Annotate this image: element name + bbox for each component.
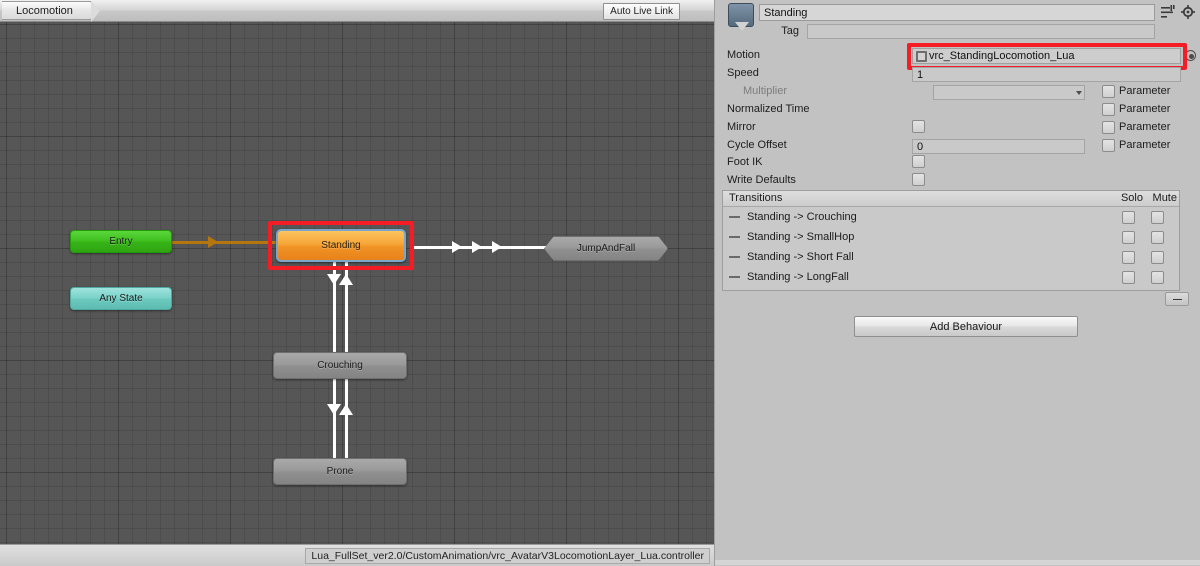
transition-mute-checkbox[interactable] (1151, 251, 1164, 264)
speed-input[interactable]: 1 (912, 67, 1181, 82)
mirror-parameter-checkbox[interactable] (1102, 121, 1115, 134)
graph-node-jumpandfall[interactable]: JumpAndFall (544, 236, 668, 261)
transition-mute-checkbox[interactable] (1151, 211, 1164, 224)
transition-label: Standing -> Crouching (747, 211, 857, 223)
cycle-offset-parameter-checkbox[interactable] (1102, 139, 1115, 152)
normalized-time-label: Normalized Time (727, 103, 810, 115)
gear-icon[interactable] (1181, 5, 1195, 19)
table-row[interactable]: Standing -> SmallHop (723, 228, 1179, 248)
edge-jump-arrow-1-icon (452, 241, 462, 253)
edge-entry-to-standing[interactable] (172, 241, 276, 244)
row-normalized-time: Normalized Time Parameter (715, 102, 1200, 120)
foot-ik-label: Foot IK (727, 156, 763, 168)
row-foot-ik: Foot IK (715, 155, 1200, 173)
write-defaults-label: Write Defaults (727, 174, 796, 186)
foot-ik-checkbox[interactable] (912, 155, 925, 168)
graph-node-standing[interactable]: Standing (276, 229, 406, 262)
transition-solo-checkbox[interactable] (1122, 231, 1135, 244)
mirror-parameter-label: Parameter (1119, 121, 1171, 133)
multiplier-parameter-label: Parameter (1119, 85, 1171, 97)
graph-node-crouching[interactable]: Crouching (273, 352, 407, 379)
cycle-offset-input[interactable]: 0 (912, 139, 1085, 154)
inspector-panel: Standing Tag Motion vrc_StandingLocomoti… (714, 0, 1200, 566)
edge-prone-crouching-up-arrow-icon (339, 404, 353, 415)
animator-graph-panel: Locomotion Auto Live Link Entry Any Stat… (0, 0, 714, 566)
animator-state-icon (728, 3, 754, 31)
table-row[interactable]: Standing -> Short Fall (723, 248, 1179, 268)
graph-node-any-state[interactable]: Any State (70, 287, 172, 310)
graph-node-prone[interactable]: Prone (273, 458, 407, 485)
speed-label: Speed (727, 67, 759, 79)
row-multiplier: Multiplier Parameter (715, 84, 1200, 102)
multiplier-chevron-down-icon (1076, 91, 1082, 95)
normalized-time-parameter-label: Parameter (1119, 103, 1171, 115)
inspector-header: Standing Tag (715, 0, 1200, 42)
write-defaults-checkbox[interactable] (912, 173, 925, 186)
transition-solo-checkbox[interactable] (1122, 251, 1135, 264)
cycle-offset-parameter-label: Parameter (1119, 139, 1171, 151)
drag-handle-icon[interactable] (729, 256, 740, 258)
cycle-offset-label: Cycle Offset (727, 139, 787, 151)
edge-crouching-standing-up-arrow-icon (339, 274, 353, 285)
row-write-defaults: Write Defaults (715, 173, 1200, 191)
tag-input[interactable] (807, 24, 1155, 39)
mirror-label: Mirror (727, 121, 756, 133)
table-row[interactable]: Standing -> Crouching (723, 208, 1179, 228)
inspector-scrollbar-track[interactable] (715, 560, 1200, 565)
animator-status-bar: Lua_FullSet_ver2.0/CustomAnimation/vrc_A… (0, 544, 714, 566)
transition-label: Standing -> SmallHop (747, 231, 855, 243)
state-name-input[interactable]: Standing (759, 4, 1155, 21)
edge-jump-arrow-2-icon (472, 241, 482, 253)
preset-icon[interactable] (1161, 5, 1175, 19)
transition-solo-checkbox[interactable] (1122, 211, 1135, 224)
transition-label: Standing -> Short Fall (747, 251, 854, 263)
auto-live-link-button[interactable]: Auto Live Link (603, 3, 680, 20)
animator-graph-canvas[interactable]: Entry Any State Standing Crouching Prone… (0, 22, 714, 544)
breadcrumb-locomotion[interactable]: Locomotion (2, 1, 100, 22)
transition-mute-checkbox[interactable] (1151, 271, 1164, 284)
motion-label: Motion (727, 49, 761, 61)
drag-handle-icon[interactable] (729, 216, 740, 218)
multiplier-label: Multiplier (743, 85, 788, 97)
edge-jump-arrow-3-icon (492, 241, 502, 253)
solo-column-header: Solo (1120, 192, 1143, 204)
controller-path-label: Lua_FullSet_ver2.0/CustomAnimation/vrc_A… (305, 548, 710, 564)
multiplier-parameter-checkbox[interactable] (1102, 85, 1115, 98)
transitions-title: Transitions (729, 192, 783, 204)
normalized-time-parameter-checkbox[interactable] (1102, 103, 1115, 116)
table-row[interactable]: Standing -> LongFall (723, 268, 1179, 288)
breadcrumb-bar: Locomotion Auto Live Link (0, 0, 714, 22)
edge-entry-arrow-icon (208, 236, 218, 248)
add-behaviour-button[interactable]: Add Behaviour (854, 316, 1078, 337)
drag-handle-icon[interactable] (729, 236, 740, 238)
mirror-checkbox[interactable] (912, 120, 925, 133)
row-mirror: Mirror Parameter (715, 120, 1200, 138)
row-speed: Speed 1 (715, 66, 1200, 84)
unity-animator-window: Locomotion Auto Live Link Entry Any Stat… (0, 0, 1200, 566)
drag-handle-icon[interactable] (729, 276, 740, 278)
graph-node-entry[interactable]: Entry (70, 230, 172, 253)
remove-transition-button[interactable] (1165, 292, 1189, 306)
transition-label: Standing -> LongFall (747, 271, 849, 283)
mute-column-header: Mute (1152, 192, 1177, 204)
multiplier-dropdown[interactable] (933, 85, 1085, 100)
transitions-list-header: Transitions Solo Mute (723, 191, 1179, 207)
transition-solo-checkbox[interactable] (1122, 271, 1135, 284)
transition-mute-checkbox[interactable] (1151, 231, 1164, 244)
transitions-list: Transitions Solo Mute Standing -> Crouch… (722, 190, 1180, 291)
row-cycle-offset: Cycle Offset 0 Parameter (715, 138, 1200, 156)
tag-label: Tag (781, 25, 799, 37)
